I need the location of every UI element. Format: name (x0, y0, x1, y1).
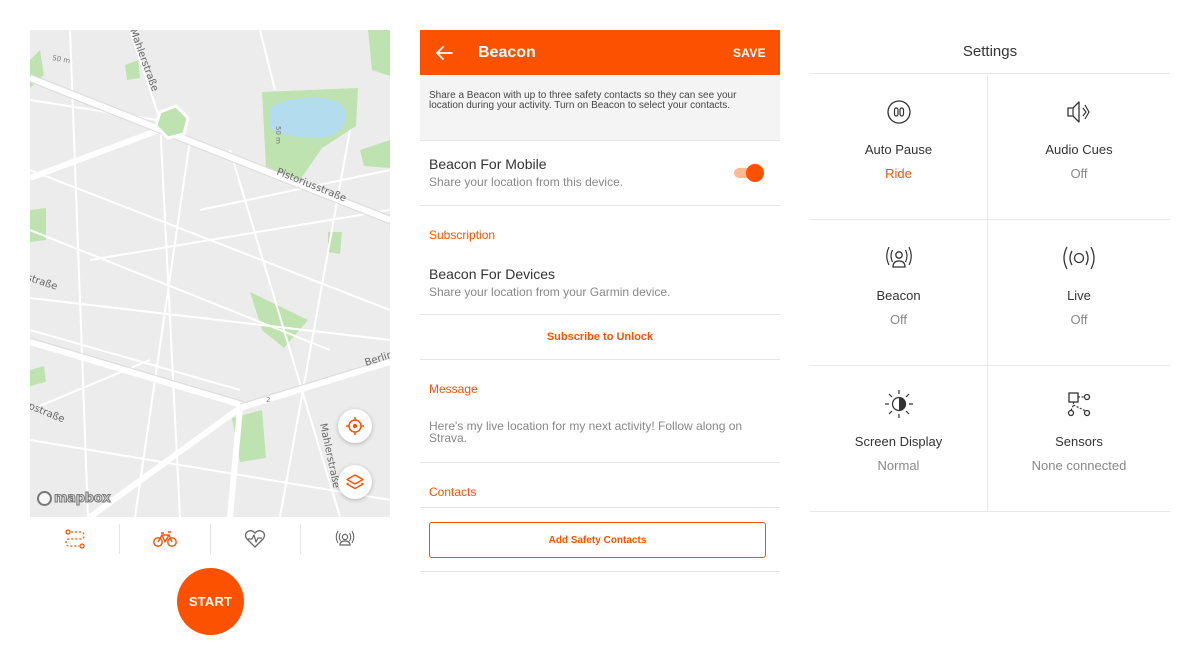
beacon-mobile-title: Beacon For Mobile (429, 156, 547, 172)
setting-live[interactable]: Live Off (988, 220, 1170, 366)
toggle-knob (746, 164, 764, 182)
speaker-icon (1067, 101, 1090, 123)
subscription-heading: Subscription (429, 228, 496, 242)
back-arrow-icon (436, 45, 453, 60)
tab-route[interactable] (30, 524, 119, 554)
tab-heart-rate[interactable] (209, 524, 300, 554)
setting-value: None connected (1031, 458, 1127, 473)
setting-value: Normal (877, 458, 920, 473)
beacon-screen: Beacon SAVE Share a Beacon with up to th… (420, 30, 780, 575)
start-button[interactable]: START (177, 568, 244, 635)
add-contacts-row: Add Safety Contacts (420, 508, 780, 572)
live-icon (1063, 246, 1095, 270)
setting-value: Off (1070, 166, 1088, 181)
beacon-devices-subtitle: Share your location from your Garmin dev… (429, 285, 671, 299)
crosshair-icon (346, 417, 364, 435)
setting-beacon[interactable]: Beacon Off (810, 220, 988, 366)
beacon-mobile-subtitle: Share your location from this device. (429, 175, 624, 189)
tab-beacon[interactable] (299, 524, 390, 554)
setting-label: Audio Cues (1045, 142, 1113, 157)
beacon-icon (885, 246, 912, 268)
contacts-heading: Contacts (420, 463, 780, 508)
page-title: Beacon (478, 43, 536, 61)
mapbox-attribution[interactable]: mapbox (37, 491, 111, 507)
save-button[interactable]: SAVE (733, 46, 766, 60)
setting-label: Beacon (876, 288, 921, 303)
beacon-message-field[interactable]: Here's my live location for my next acti… (420, 400, 780, 463)
setting-label: Auto Pause (864, 142, 933, 157)
setting-audio-cues[interactable]: Audio Cues Off (988, 74, 1170, 220)
brightness-icon (884, 390, 913, 418)
beacon-header: Beacon SAVE (420, 30, 780, 75)
setting-sensors[interactable]: Sensors None connected (988, 366, 1170, 512)
sport-tab-bar (30, 520, 390, 558)
setting-screen-display[interactable]: Screen Display Normal (810, 366, 988, 512)
map-view[interactable]: Pistoriusstraße Berlin Mahlerstraße Mahl… (30, 30, 390, 517)
beacon-description: Share a Beacon with up to three safety c… (420, 75, 780, 141)
pause-icon (886, 100, 911, 124)
layers-icon (346, 474, 364, 490)
setting-auto-pause[interactable]: Auto Pause Ride (810, 74, 988, 220)
settings-grid: Auto Pause Ride Audio Cues Off Beacon Of… (810, 74, 1170, 512)
map-layers-button[interactable] (338, 465, 372, 499)
beacon-mobile-row[interactable]: Beacon For Mobile Share your location fr… (420, 141, 780, 206)
road-number-label: 2 (266, 396, 270, 404)
sensors-icon (1067, 392, 1091, 417)
back-button[interactable] (432, 41, 456, 65)
message-heading: Message (429, 382, 478, 396)
locate-button[interactable] (338, 409, 372, 443)
route-icon (64, 529, 85, 549)
setting-label: Live (1067, 288, 1091, 303)
map-canvas[interactable]: Pistoriusstraße Berlin Mahlerstraße Mahl… (30, 30, 390, 517)
bike-icon (152, 531, 177, 547)
heart-rate-icon (244, 530, 266, 548)
beacon-devices-row: Beacon For Devices Share your location f… (420, 246, 780, 315)
beacon-icon (336, 530, 355, 546)
subscribe-to-unlock-button[interactable]: Subscribe to Unlock (420, 315, 780, 360)
setting-value: Off (889, 312, 908, 327)
elevation-label: 50 m (274, 126, 282, 144)
setting-label: Sensors (1055, 434, 1103, 449)
settings-title: Settings (810, 30, 1170, 74)
tab-ride[interactable] (119, 524, 209, 554)
beacon-mobile-toggle[interactable] (734, 164, 764, 182)
mapbox-logo-icon (37, 491, 52, 506)
beacon-devices-title: Beacon For Devices (429, 266, 556, 282)
setting-label: Screen Display (854, 434, 943, 449)
add-safety-contacts-button[interactable]: Add Safety Contacts (429, 522, 766, 558)
setting-value: Off (1070, 312, 1088, 327)
mapbox-wordmark: mapbox (53, 491, 111, 507)
setting-value: Ride (885, 166, 912, 181)
settings-screen: Settings Auto Pause Ride Audio Cues Off … (810, 30, 1170, 512)
